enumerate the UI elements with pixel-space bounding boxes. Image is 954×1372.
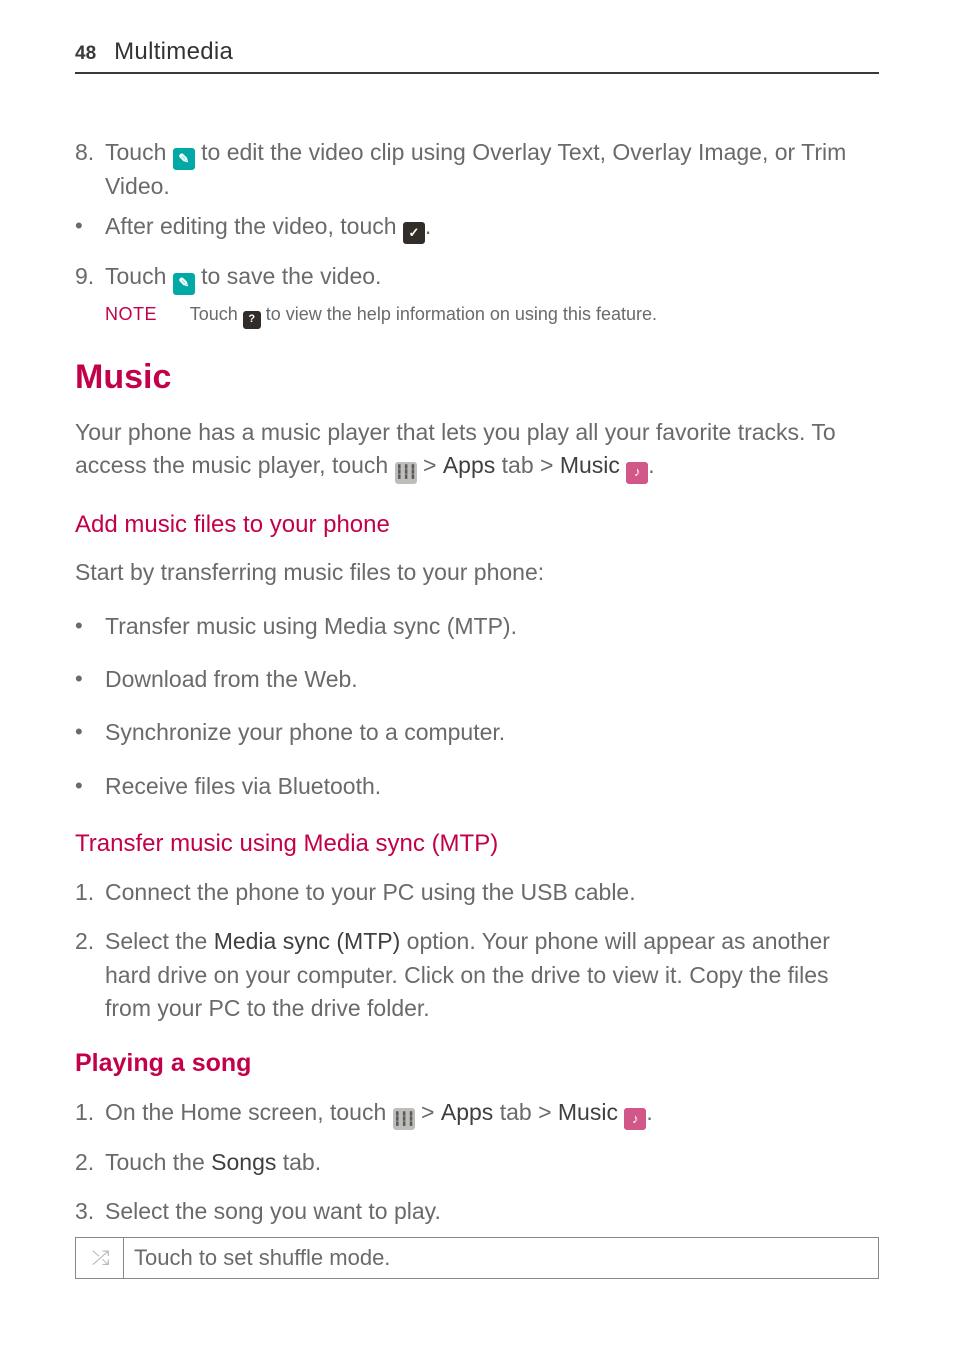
step-8-marker: 8. [75,136,94,169]
step-8-text-1: Touch [105,139,173,165]
transfer-s2-marker: 2. [75,925,94,958]
transfer-step-2: 2. Select the Media sync (MTP) option. Y… [75,925,879,1025]
transfer-s2-t1: Select the [105,928,214,954]
step-9-text-1: Touch [105,263,173,289]
help-icon: ? [243,311,261,329]
add-files-heading: Add music files to your phone [75,508,879,543]
page-number: 48 [75,43,96,65]
playing-s1-t1: On the Home screen, touch [105,1099,393,1125]
note-text-1: Touch [190,304,243,324]
page: 48 Multimedia 8. Touch ✎ to edit the vid… [0,0,954,1339]
controls-table: ⤮ Touch to set shuffle mode. [75,1237,879,1279]
step-8: 8. Touch ✎ to edit the video clip using … [75,136,879,204]
apps-word-2: Apps [441,1099,493,1125]
after-edit-text-2: . [425,213,431,239]
playing-step-3: 3. Select the song you want to play. [75,1195,879,1228]
shuffle-icon: ⤮ [92,1243,108,1272]
transfer-heading: Transfer music using Media sync (MTP) [75,827,879,862]
playing-s2-t2: tab. [276,1149,321,1175]
transfer-s1-marker: 1. [75,876,94,909]
dot-1: . [648,452,654,478]
step-9: 9. Touch ✎ to save the video. [75,260,879,294]
add-files-b4: Receive files via Bluetooth. [75,770,879,803]
media-sync-bold: Media sync (MTP) [214,928,401,954]
shuffle-icon-cell: ⤮ [76,1237,124,1278]
page-header: 48 Multimedia [75,38,879,74]
section-title: Multimedia [114,38,233,66]
songs-bold: Songs [211,1149,276,1175]
music-app-icon-2: ♪ [624,1108,646,1130]
playing-s1-marker: 1. [75,1096,94,1129]
playing-s2-marker: 2. [75,1146,94,1179]
music-heading: Music [75,353,879,402]
table-row: ⤮ Touch to set shuffle mode. [76,1237,879,1278]
tab-2: tab > [493,1099,558,1125]
add-files-b2: Download from the Web. [75,663,879,696]
gt-2: > [415,1099,441,1125]
step-9-text-2: to save the video. [195,263,382,289]
add-files-b3: Synchronize your phone to a computer. [75,716,879,749]
shuffle-desc-cell: Touch to set shuffle mode. [124,1237,879,1278]
step-8-text-2: to edit the video clip using Overlay Tex… [105,139,846,199]
playing-step-2: 2. Touch the Songs tab. [75,1146,879,1179]
note-row: NOTE Touch ? to view the help informatio… [75,301,879,329]
transfer-step-1: 1. Connect the phone to your PC using th… [75,876,879,909]
after-edit-text-1: After editing the video, touch [105,213,403,239]
dot-2: . [646,1099,652,1125]
transfer-s1-text: Connect the phone to your PC using the U… [105,879,636,905]
playing-s2-t1: Touch the [105,1149,211,1175]
note-text-2: to view the help information on using th… [261,304,657,324]
after-edit-bullet: After editing the video, touch ✓. [75,210,879,244]
apps-word-1: Apps [443,452,495,478]
step-9-marker: 9. [75,260,94,293]
apps-grid-icon: ┇┇┇ [395,462,417,484]
content-body: 8. Touch ✎ to edit the video clip using … [75,136,879,1279]
edit-clip-icon: ✎ [173,148,195,170]
apps-grid-icon-2: ┇┇┇ [393,1108,415,1130]
playing-heading: Playing a song [75,1045,879,1081]
playing-step-1: 1. On the Home screen, touch ┇┇┇ > Apps … [75,1096,879,1130]
playing-s3-marker: 3. [75,1195,94,1228]
add-files-intro: Start by transferring music files to you… [75,556,879,589]
music-word-1: Music [560,452,620,478]
save-video-icon: ✎ [173,273,195,295]
playing-s3-text: Select the song you want to play. [105,1198,441,1224]
note-label: NOTE [105,304,157,324]
music-intro: Your phone has a music player that lets … [75,416,879,484]
gt-1: > [417,452,443,478]
tab-1: tab > [495,452,560,478]
add-files-b1: Transfer music using Media sync (MTP). [75,610,879,643]
music-app-icon: ♪ [626,462,648,484]
confirm-icon: ✓ [403,222,425,244]
music-word-2: Music [558,1099,618,1125]
